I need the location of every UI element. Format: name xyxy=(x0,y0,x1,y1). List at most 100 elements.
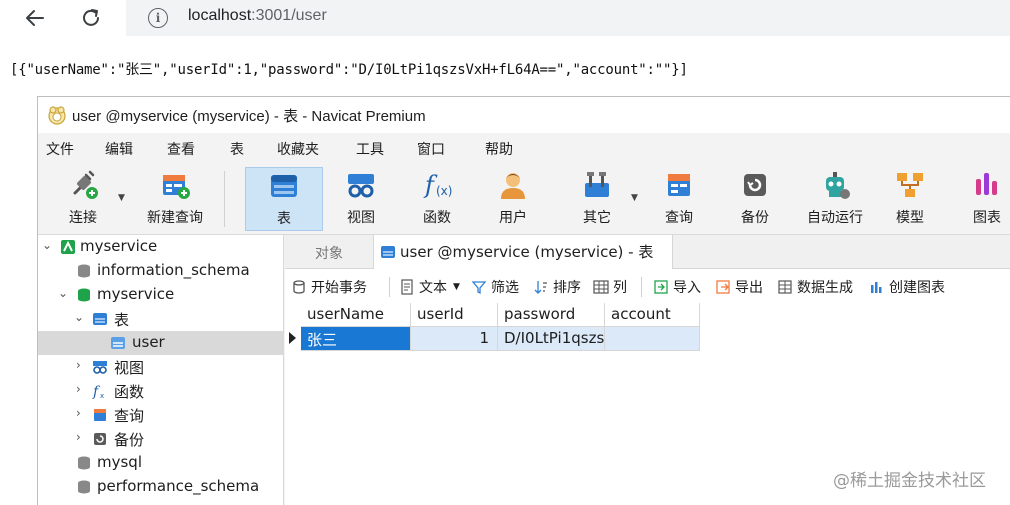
export-icon xyxy=(716,280,730,294)
tab-label: user @myservice (myservice) - 表 xyxy=(400,243,654,261)
tree-folder-views[interactable]: › 视图 xyxy=(38,355,284,379)
table-cell[interactable] xyxy=(605,327,700,351)
menu-view[interactable]: 查看 xyxy=(167,139,195,159)
tree-label: information_schema xyxy=(97,261,250,279)
sort-button[interactable]: 排序 xyxy=(533,277,581,297)
tab-objects[interactable]: 对象 xyxy=(315,243,343,263)
menu-edit[interactable]: 编辑 xyxy=(105,139,133,159)
user-button[interactable]: 用户 xyxy=(476,167,550,231)
menu-file[interactable]: 文件 xyxy=(46,139,74,159)
connect-dropdown-icon[interactable]: ▼ xyxy=(118,193,125,203)
data-generation-button[interactable]: 数据生成 xyxy=(777,277,853,297)
table-cell[interactable]: 张三 xyxy=(301,327,411,351)
tree-folder-queries[interactable]: › 查询 xyxy=(38,403,284,427)
menu-window[interactable]: 窗口 xyxy=(417,139,445,159)
query-label: 查询 xyxy=(665,210,693,226)
tree-connection-myservice[interactable]: ⌄ myservice xyxy=(38,235,284,259)
function-button[interactable]: f (x) 函数 xyxy=(400,167,474,231)
table-button[interactable]: 表 xyxy=(245,167,323,231)
chart-button[interactable]: 图表 xyxy=(950,167,1010,231)
query-button[interactable]: 查询 xyxy=(642,167,716,231)
chevron-right-icon[interactable]: › xyxy=(76,382,81,396)
navicat-window: user @myservice (myservice) - 表 - Navica… xyxy=(37,96,1010,505)
tab-user-table[interactable]: user @myservice (myservice) - 表 xyxy=(373,235,673,269)
chevron-right-icon[interactable]: › xyxy=(76,430,81,444)
other-dropdown-icon[interactable]: ▼ xyxy=(631,193,638,203)
tree-db-information-schema[interactable]: information_schema xyxy=(38,259,284,283)
tree-label: 备份 xyxy=(114,431,145,449)
column-header-password[interactable]: password xyxy=(498,303,605,327)
navigation-tree: ⌄ myservice information_schema ⌄ myservi… xyxy=(38,235,284,505)
menu-help[interactable]: 帮助 xyxy=(485,139,513,159)
new-query-button[interactable]: 新建查询 xyxy=(132,167,218,231)
chart-label: 图表 xyxy=(973,210,1001,226)
chevron-right-icon[interactable]: › xyxy=(76,406,81,420)
model-button[interactable]: 模型 xyxy=(873,167,947,231)
begin-transaction-button[interactable]: 开始事务 xyxy=(291,277,367,297)
view-icon xyxy=(93,361,107,374)
address-bar[interactable]: i localhost:3001/user xyxy=(126,0,1010,36)
plug-icon xyxy=(73,170,98,199)
chevron-down-icon[interactable]: ▼ xyxy=(453,282,460,292)
mysql-connection-icon xyxy=(61,240,75,254)
import-label: 导入 xyxy=(673,280,701,296)
create-chart-button[interactable]: 创建图表 xyxy=(869,277,945,297)
url-text[interactable]: localhost:3001/user xyxy=(188,7,327,25)
other-label: 其它 xyxy=(583,210,611,226)
backup-button[interactable]: 备份 xyxy=(718,167,792,231)
automation-label: 自动运行 xyxy=(807,210,863,226)
info-icon[interactable]: i xyxy=(148,8,168,28)
column-header-userid[interactable]: userId xyxy=(411,303,498,327)
table-icon xyxy=(381,246,395,258)
tree-folder-backups[interactable]: › 备份 xyxy=(38,427,284,451)
tree-folder-tables[interactable]: ⌄ 表 xyxy=(38,307,284,331)
window-title: user @myservice (myservice) - 表 - Navica… xyxy=(72,108,426,125)
connect-button[interactable]: 连接 xyxy=(46,167,120,231)
new-query-icon xyxy=(163,175,190,199)
filter-button[interactable]: 筛选 xyxy=(471,277,519,297)
export-button[interactable]: 导出 xyxy=(715,277,763,297)
view-button[interactable]: 视图 xyxy=(324,167,398,231)
text-button[interactable]: 文本 ▼ xyxy=(399,277,460,297)
columns-button[interactable]: 列 xyxy=(593,277,627,297)
back-button[interactable] xyxy=(20,3,50,33)
tree-db-myservice[interactable]: ⌄ myservice xyxy=(38,283,284,307)
table-icon xyxy=(271,175,297,197)
reload-button[interactable] xyxy=(76,3,106,33)
menu-table[interactable]: 表 xyxy=(230,139,244,159)
table-cell[interactable]: D/I0LtPi1qszs xyxy=(498,327,605,351)
tree-folder-functions[interactable]: › fx 函数 xyxy=(38,379,284,403)
grid-icon xyxy=(593,280,609,294)
menu-bar: 文件 编辑 查看 表 收藏夹 工具 窗口 帮助 xyxy=(38,133,1010,163)
data-generation-label: 数据生成 xyxy=(797,280,853,296)
column-header-account[interactable]: account xyxy=(605,303,700,327)
menu-favorites[interactable]: 收藏夹 xyxy=(277,139,319,159)
tree-table-user[interactable]: user xyxy=(38,331,284,355)
tree-label: myservice xyxy=(97,285,175,303)
other-button[interactable]: 其它 xyxy=(560,167,634,231)
url-path: :3001/user xyxy=(251,7,327,24)
tree-label: 函数 xyxy=(114,383,145,401)
arrow-left-icon xyxy=(26,10,44,26)
chevron-down-icon[interactable]: ⌄ xyxy=(42,238,52,252)
data-generation-icon xyxy=(778,280,792,294)
begin-transaction-label: 开始事务 xyxy=(311,280,367,296)
user-icon xyxy=(501,173,525,199)
import-button[interactable]: 导入 xyxy=(653,277,701,297)
tree-db-mysql[interactable]: mysql xyxy=(38,451,284,475)
menu-tools[interactable]: 工具 xyxy=(356,139,384,159)
tree-db-performance-schema[interactable]: performance_schema xyxy=(38,475,284,499)
chevron-right-icon[interactable]: › xyxy=(76,358,81,372)
sort-icon xyxy=(534,281,547,294)
table-cell[interactable]: 1 xyxy=(411,327,498,351)
tab-bar: 对象 user @myservice (myservice) - 表 xyxy=(285,235,1010,269)
sort-label: 排序 xyxy=(553,280,581,296)
column-header-username[interactable]: userName xyxy=(301,303,411,327)
chevron-down-icon[interactable]: ⌄ xyxy=(58,286,68,300)
automation-button[interactable]: 自动运行 xyxy=(794,167,876,231)
export-label: 导出 xyxy=(735,280,763,296)
chevron-down-icon[interactable]: ⌄ xyxy=(74,310,84,324)
backup-icon xyxy=(744,174,766,196)
transaction-icon xyxy=(293,280,305,294)
query-icon xyxy=(668,174,690,196)
